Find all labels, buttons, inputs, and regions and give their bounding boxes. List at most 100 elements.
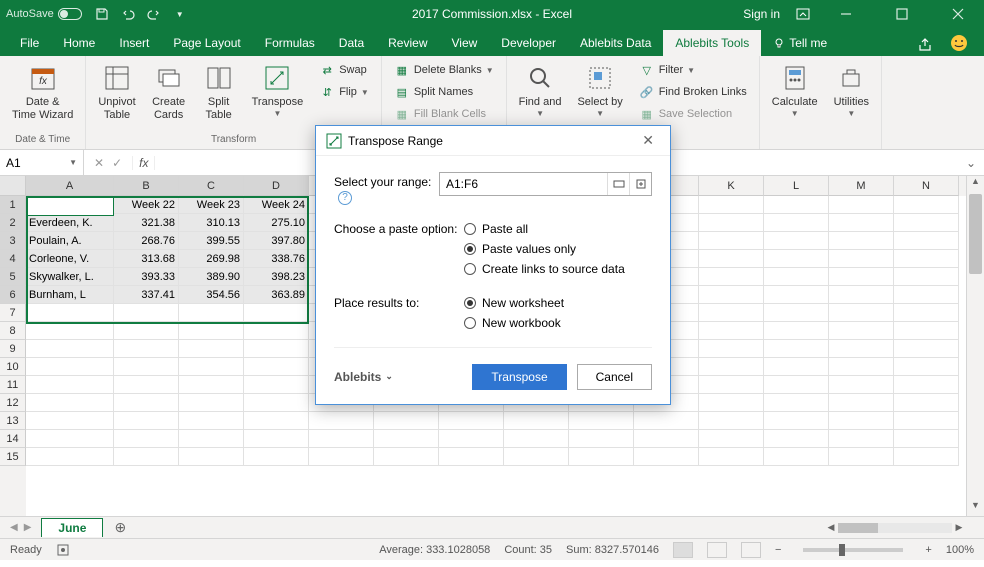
cell[interactable] <box>634 412 699 430</box>
add-sheet-button[interactable]: ⊕ <box>111 519 129 537</box>
cell[interactable] <box>504 448 569 466</box>
cell[interactable] <box>829 232 894 250</box>
cell[interactable] <box>114 322 179 340</box>
cell[interactable] <box>764 286 829 304</box>
row-header[interactable]: 11 <box>0 376 26 394</box>
save-selection-button[interactable]: ▦Save Selection <box>635 104 751 124</box>
cell[interactable] <box>829 340 894 358</box>
tab-insert[interactable]: Insert <box>107 30 161 56</box>
cell[interactable]: Burnham, L <box>26 286 114 304</box>
range-input[interactable] <box>440 177 607 191</box>
row-header[interactable]: 3 <box>0 232 26 250</box>
feedback-icon[interactable] <box>950 34 968 52</box>
radio-create-links[interactable]: Create links to source data <box>464 259 652 279</box>
cell[interactable]: 337.41 <box>114 286 179 304</box>
cell[interactable] <box>114 412 179 430</box>
column-header[interactable]: L <box>764 176 829 196</box>
cell[interactable]: Week 23 <box>179 196 244 214</box>
cancel-formula-icon[interactable]: ✕ <box>94 156 104 170</box>
sheet-nav-next-icon[interactable]: ▶ <box>24 522 32 533</box>
cell[interactable] <box>634 448 699 466</box>
cell[interactable] <box>244 376 309 394</box>
column-header[interactable]: K <box>699 176 764 196</box>
hscroll-left-icon[interactable]: ◀ <box>824 522 838 533</box>
cell[interactable] <box>244 430 309 448</box>
cell[interactable] <box>504 430 569 448</box>
cell[interactable] <box>764 430 829 448</box>
cell[interactable]: 354.56 <box>179 286 244 304</box>
cell[interactable] <box>764 268 829 286</box>
cell[interactable] <box>894 340 959 358</box>
view-page-break-button[interactable] <box>741 542 761 558</box>
cell[interactable] <box>26 376 114 394</box>
cell[interactable] <box>764 358 829 376</box>
tab-home[interactable]: Home <box>51 30 107 56</box>
undo-icon[interactable] <box>120 6 136 22</box>
cell[interactable] <box>894 394 959 412</box>
row-header[interactable]: 4 <box>0 250 26 268</box>
delete-blanks-button[interactable]: ▦Delete Blanks ▼ <box>390 60 498 80</box>
cell[interactable] <box>699 358 764 376</box>
cell[interactable] <box>179 448 244 466</box>
create-cards-button[interactable]: Create Cards <box>148 60 190 132</box>
cell[interactable] <box>569 412 634 430</box>
cell[interactable] <box>699 196 764 214</box>
cell[interactable] <box>764 340 829 358</box>
cell[interactable]: Skywalker, L. <box>26 268 114 286</box>
cell[interactable]: 389.90 <box>179 268 244 286</box>
cell[interactable] <box>26 196 114 214</box>
ribbon-display-icon[interactable] <box>796 8 810 20</box>
cell[interactable] <box>764 376 829 394</box>
minimize-button[interactable] <box>826 0 866 28</box>
cell[interactable] <box>764 448 829 466</box>
row-header[interactable]: 2 <box>0 214 26 232</box>
cell[interactable] <box>114 448 179 466</box>
column-header[interactable]: C <box>179 176 244 196</box>
cell[interactable]: Everdeen, K. <box>26 214 114 232</box>
filter-button[interactable]: ▽Filter ▼ <box>635 60 751 80</box>
swap-button[interactable]: ⇄Swap <box>315 60 373 80</box>
cell[interactable] <box>26 340 114 358</box>
cell[interactable] <box>114 376 179 394</box>
cell[interactable]: 268.76 <box>114 232 179 250</box>
cell[interactable] <box>114 430 179 448</box>
cell[interactable] <box>114 304 179 322</box>
cell[interactable] <box>179 412 244 430</box>
save-icon[interactable] <box>94 6 110 22</box>
share-icon[interactable] <box>918 38 934 52</box>
cell[interactable] <box>764 322 829 340</box>
cell[interactable]: 310.13 <box>179 214 244 232</box>
tab-file[interactable]: File <box>8 30 51 56</box>
cell[interactable] <box>764 394 829 412</box>
column-header[interactable]: B <box>114 176 179 196</box>
cell[interactable] <box>699 214 764 232</box>
ablebits-brand-menu[interactable]: Ablebits⌄ <box>334 370 393 384</box>
cell[interactable] <box>894 214 959 232</box>
zoom-handle[interactable] <box>839 544 845 556</box>
cell[interactable] <box>699 250 764 268</box>
cell[interactable]: 321.38 <box>114 214 179 232</box>
cell[interactable]: 398.23 <box>244 268 309 286</box>
cell[interactable] <box>26 448 114 466</box>
cell[interactable] <box>179 304 244 322</box>
transpose-submit-button[interactable]: Transpose <box>472 364 566 390</box>
cell[interactable] <box>439 430 504 448</box>
row-header[interactable]: 15 <box>0 448 26 466</box>
cell[interactable] <box>26 358 114 376</box>
cell[interactable] <box>764 214 829 232</box>
cell[interactable] <box>699 268 764 286</box>
cell[interactable] <box>829 268 894 286</box>
cell[interactable] <box>699 340 764 358</box>
dialog-close-button[interactable]: ✕ <box>636 130 660 151</box>
radio-new-workbook[interactable]: New workbook <box>464 313 652 333</box>
find-broken-links-button[interactable]: 🔗Find Broken Links <box>635 82 751 102</box>
cell[interactable] <box>699 376 764 394</box>
tab-ablebits-data[interactable]: Ablebits Data <box>568 30 663 56</box>
cell[interactable]: Week 22 <box>114 196 179 214</box>
cell[interactable] <box>829 412 894 430</box>
maximize-button[interactable] <box>882 0 922 28</box>
close-button[interactable] <box>938 0 978 28</box>
cell[interactable] <box>894 322 959 340</box>
cell[interactable] <box>829 196 894 214</box>
cell[interactable] <box>894 358 959 376</box>
